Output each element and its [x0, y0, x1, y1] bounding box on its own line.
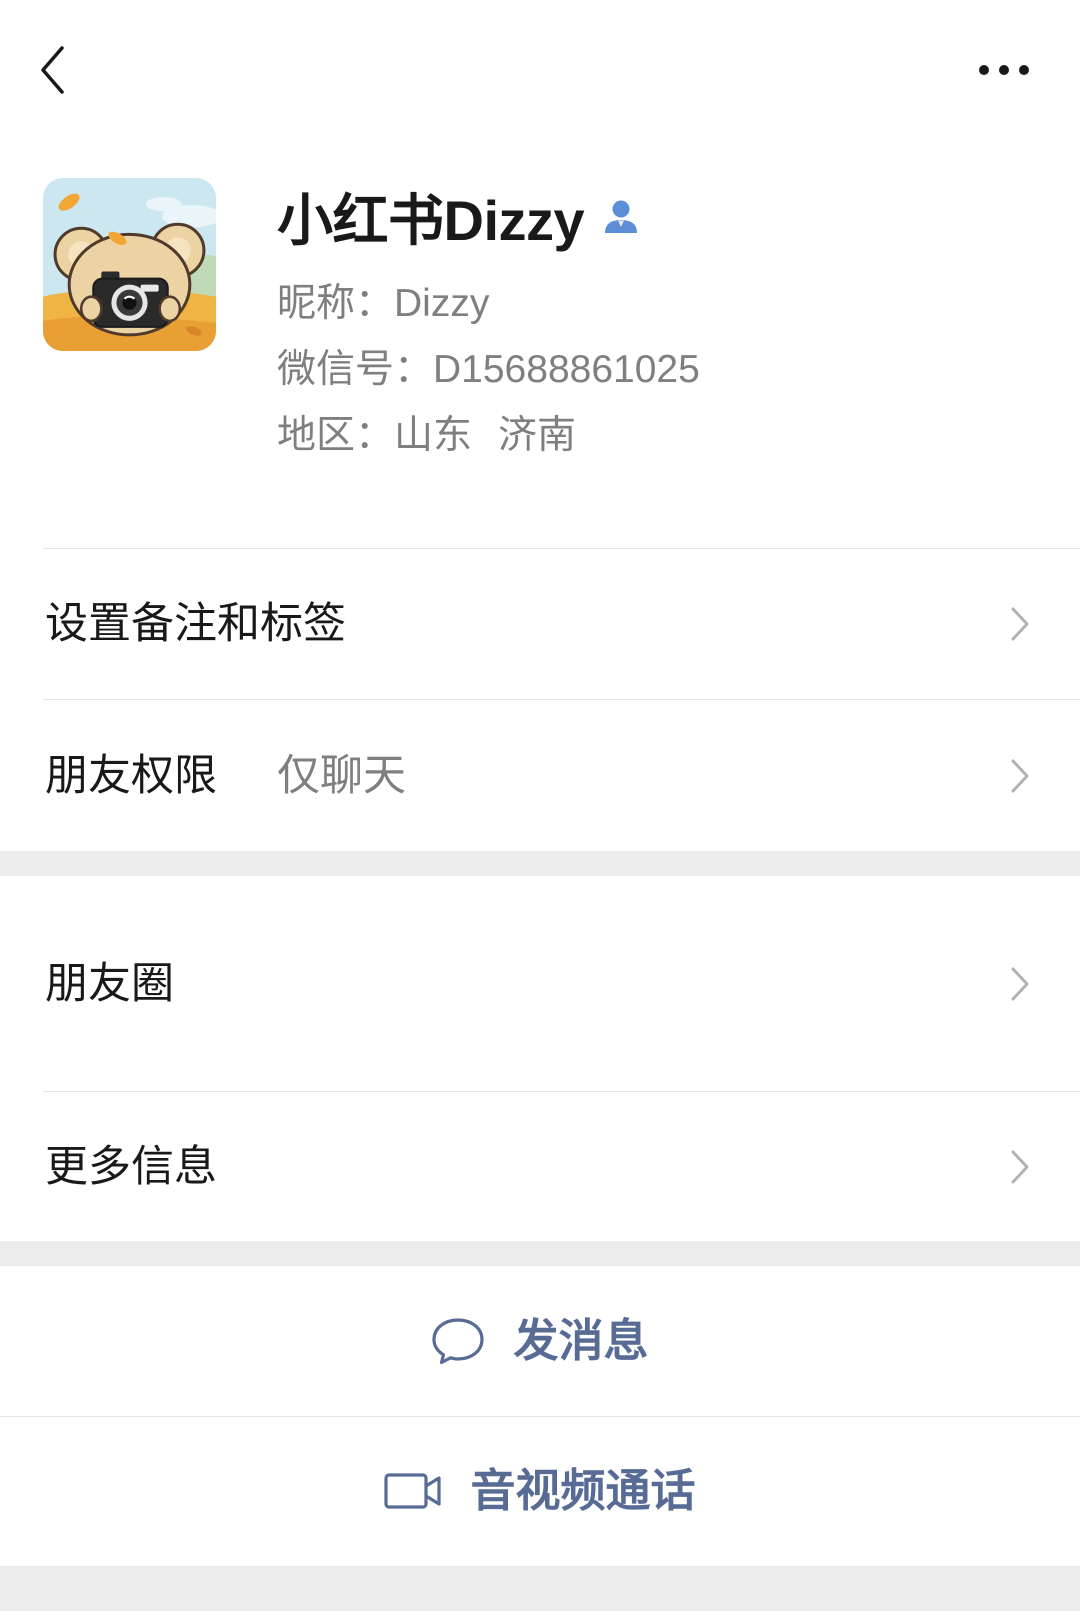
more-horizontal-icon — [979, 65, 1029, 75]
chevron-right-icon — [1011, 607, 1029, 641]
nickname-label: 昵称： — [277, 282, 395, 325]
remarks-tags-row[interactable]: 设置备注和标签 — [0, 549, 1080, 699]
remarks-tags-label: 设置备注和标签 — [45, 600, 346, 648]
avatar[interactable] — [43, 178, 216, 351]
chevron-right-icon — [1011, 967, 1029, 1000]
moments-label: 朋友圈 — [45, 959, 174, 1008]
chevron-right-icon — [1011, 1150, 1029, 1183]
name-line: 小红书Dizzy — [277, 187, 1057, 255]
chat-bubble-icon — [432, 1318, 485, 1365]
display-name: 小红书Dizzy — [277, 189, 585, 252]
nickname-line: 昵称：Dizzy — [277, 271, 1057, 337]
nickname-value: Dizzy — [394, 282, 490, 325]
video-camera-icon — [384, 1473, 442, 1509]
region-line: 地区：山东 济南 — [277, 403, 1057, 469]
moments-row[interactable]: 朋友圈 — [0, 876, 1080, 1091]
video-call-label: 音视频通话 — [470, 1465, 696, 1516]
friend-permissions-row[interactable]: 朋友权限 仅聊天 — [0, 700, 1080, 851]
more-info-row[interactable]: 更多信息 — [0, 1092, 1080, 1241]
wechat-id-value: D15688861025 — [433, 348, 700, 391]
person-icon — [605, 200, 638, 233]
more-info-label: 更多信息 — [45, 1142, 217, 1191]
back-button[interactable] — [30, 40, 70, 100]
friend-permissions-label: 朋友权限 — [45, 751, 217, 800]
bear-with-camera-avatar — [43, 178, 216, 351]
send-message-label: 发消息 — [513, 1315, 649, 1366]
video-call-button[interactable]: 音视频通话 — [0, 1416, 1080, 1566]
region-city: 济南 — [498, 414, 577, 457]
wechat-id-label: 微信号： — [277, 348, 434, 391]
profile-info: 小红书Dizzy 昵称：Dizzy 微信号：D15688861025 地区：山东… — [277, 187, 1057, 469]
contact-profile-page: 小红书Dizzy 昵称：Dizzy 微信号：D15688861025 地区：山东… — [0, 0, 1080, 1611]
region-label: 地区： — [277, 414, 395, 457]
chevron-left-icon — [41, 46, 64, 94]
chevron-right-icon — [1011, 759, 1029, 792]
more-button[interactable] — [974, 60, 1034, 80]
wechat-id-line: 微信号：D15688861025 — [277, 337, 1057, 403]
region-province: 山东 — [394, 414, 473, 457]
friend-permissions-value: 仅聊天 — [277, 751, 406, 800]
send-message-button[interactable]: 发消息 — [0, 1266, 1080, 1416]
